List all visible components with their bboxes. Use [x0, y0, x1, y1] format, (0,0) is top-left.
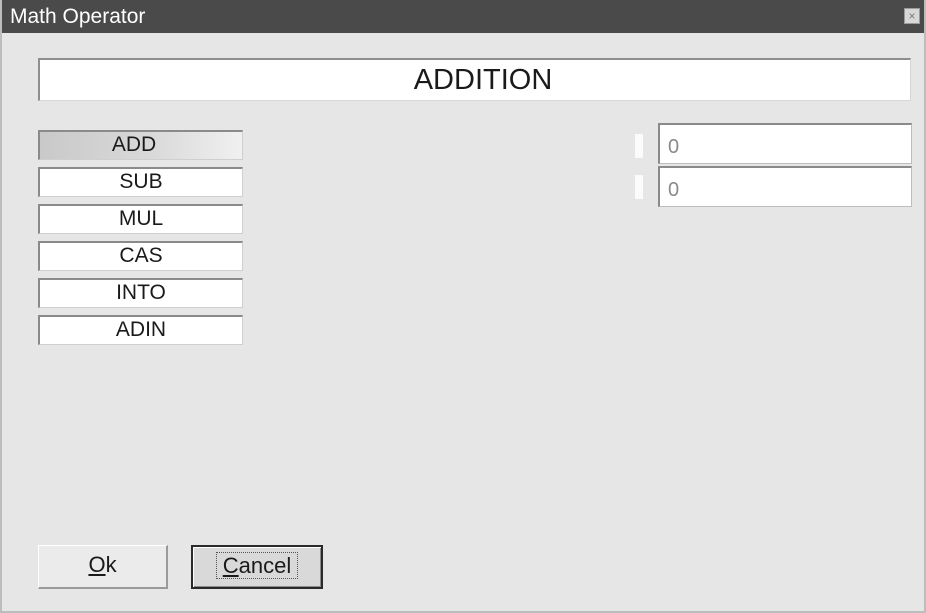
title-bar[interactable]: Math Operator ×: [2, 0, 924, 33]
add-button[interactable]: ADD: [38, 130, 243, 160]
sub-button-label: SUB: [119, 170, 163, 193]
second-operand-marker: [635, 175, 643, 199]
add-button-label: ADD: [111, 133, 157, 156]
operation-heading-text: ADDITION: [413, 64, 553, 96]
first-operand-marker: [635, 134, 643, 158]
cancel-button-label: Cancel: [215, 552, 299, 579]
ok-label-rest: k: [105, 552, 117, 577]
ok-button-label: Ok: [88, 552, 116, 577]
first-operand-field[interactable]: [658, 123, 912, 164]
adin-button-label: ADIN: [115, 318, 167, 341]
into-button[interactable]: INTO: [38, 278, 243, 308]
mul-button[interactable]: MUL: [38, 204, 243, 234]
into-button-label: INTO: [116, 281, 166, 304]
close-icon[interactable]: ×: [904, 8, 920, 24]
math-operator-dialog: Math Operator × ADDITION ADD SUB MUL CAS…: [0, 0, 926, 613]
cas-button[interactable]: CAS: [38, 241, 243, 271]
cancel-label-rest: ancel: [238, 553, 292, 578]
operation-heading: ADDITION: [38, 58, 911, 101]
adin-button[interactable]: ADIN: [38, 315, 243, 345]
ok-button[interactable]: Ok: [38, 545, 168, 589]
window-title: Math Operator: [10, 5, 146, 28]
cancel-button[interactable]: Cancel: [191, 545, 323, 589]
second-operand-field[interactable]: [658, 166, 912, 207]
sub-button[interactable]: SUB: [38, 167, 243, 197]
cancel-mnemonic: C: [222, 553, 239, 578]
mul-button-label: MUL: [118, 207, 164, 230]
cas-button-label: CAS: [119, 244, 163, 267]
ok-mnemonic: O: [88, 552, 106, 577]
